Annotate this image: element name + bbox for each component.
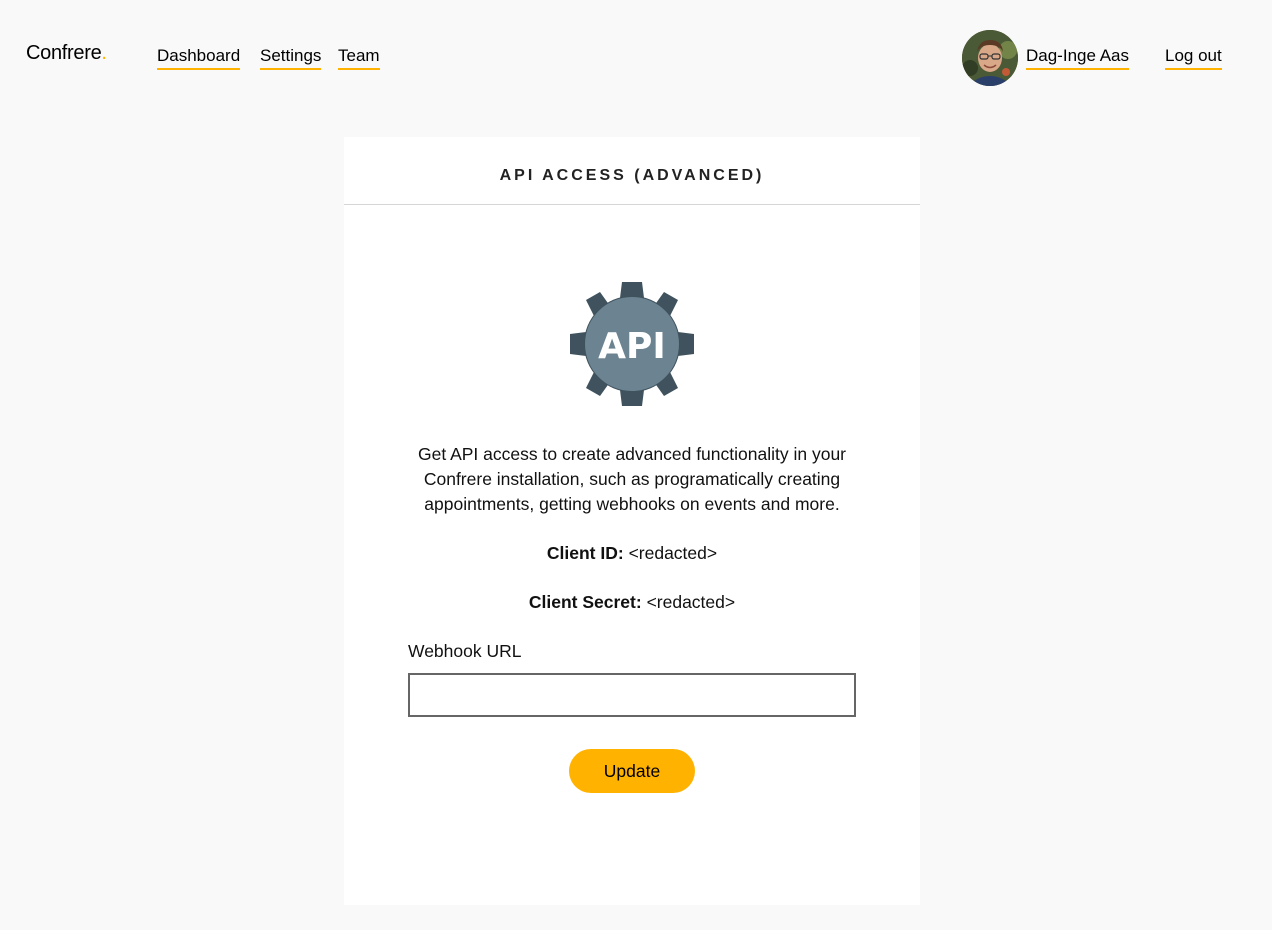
confrere-logo[interactable]: Confrere. — [26, 42, 107, 65]
api-description: Get API access to create advanced functi… — [417, 444, 846, 514]
client-id-row: Client ID: <redacted> — [344, 541, 920, 565]
nav-team-link[interactable]: Team — [338, 45, 380, 70]
logo-dot: . — [101, 42, 107, 64]
webhook-url-label: Webhook URL — [408, 641, 522, 661]
nav-user-name-link[interactable]: Dag-Inge Aas — [1026, 45, 1130, 70]
top-navigation: Confrere. Dashboard Settings Team Dag-In… — [0, 0, 1272, 110]
logo-text: Confrere — [26, 42, 102, 64]
api-gear-icon: API — [568, 280, 696, 408]
card-header: API ACCESS (ADVANCED) — [344, 137, 920, 205]
update-button[interactable]: Update — [569, 749, 695, 793]
nav-logout-link[interactable]: Log out — [1165, 45, 1222, 70]
avatar-portrait — [962, 30, 1018, 86]
api-access-card: API ACCESS (ADVANCED) API Get API access… — [344, 137, 920, 905]
client-id-label: Client ID: — [546, 543, 624, 563]
webhook-url-input[interactable] — [408, 673, 856, 717]
api-icon-text: API — [598, 326, 666, 367]
nav-settings-link[interactable]: Settings — [260, 45, 322, 70]
card-title: API ACCESS (ADVANCED) — [499, 166, 765, 184]
gear-icon: API — [570, 282, 694, 406]
client-secret-value: <redacted> — [646, 592, 736, 612]
client-secret-label: Client Secret: — [528, 592, 642, 612]
nav-dashboard-link[interactable]: Dashboard — [157, 45, 241, 70]
user-avatar[interactable] — [962, 30, 1018, 86]
client-id-value: <redacted> — [628, 543, 718, 563]
client-secret-row: Client Secret: <redacted> — [344, 590, 920, 614]
